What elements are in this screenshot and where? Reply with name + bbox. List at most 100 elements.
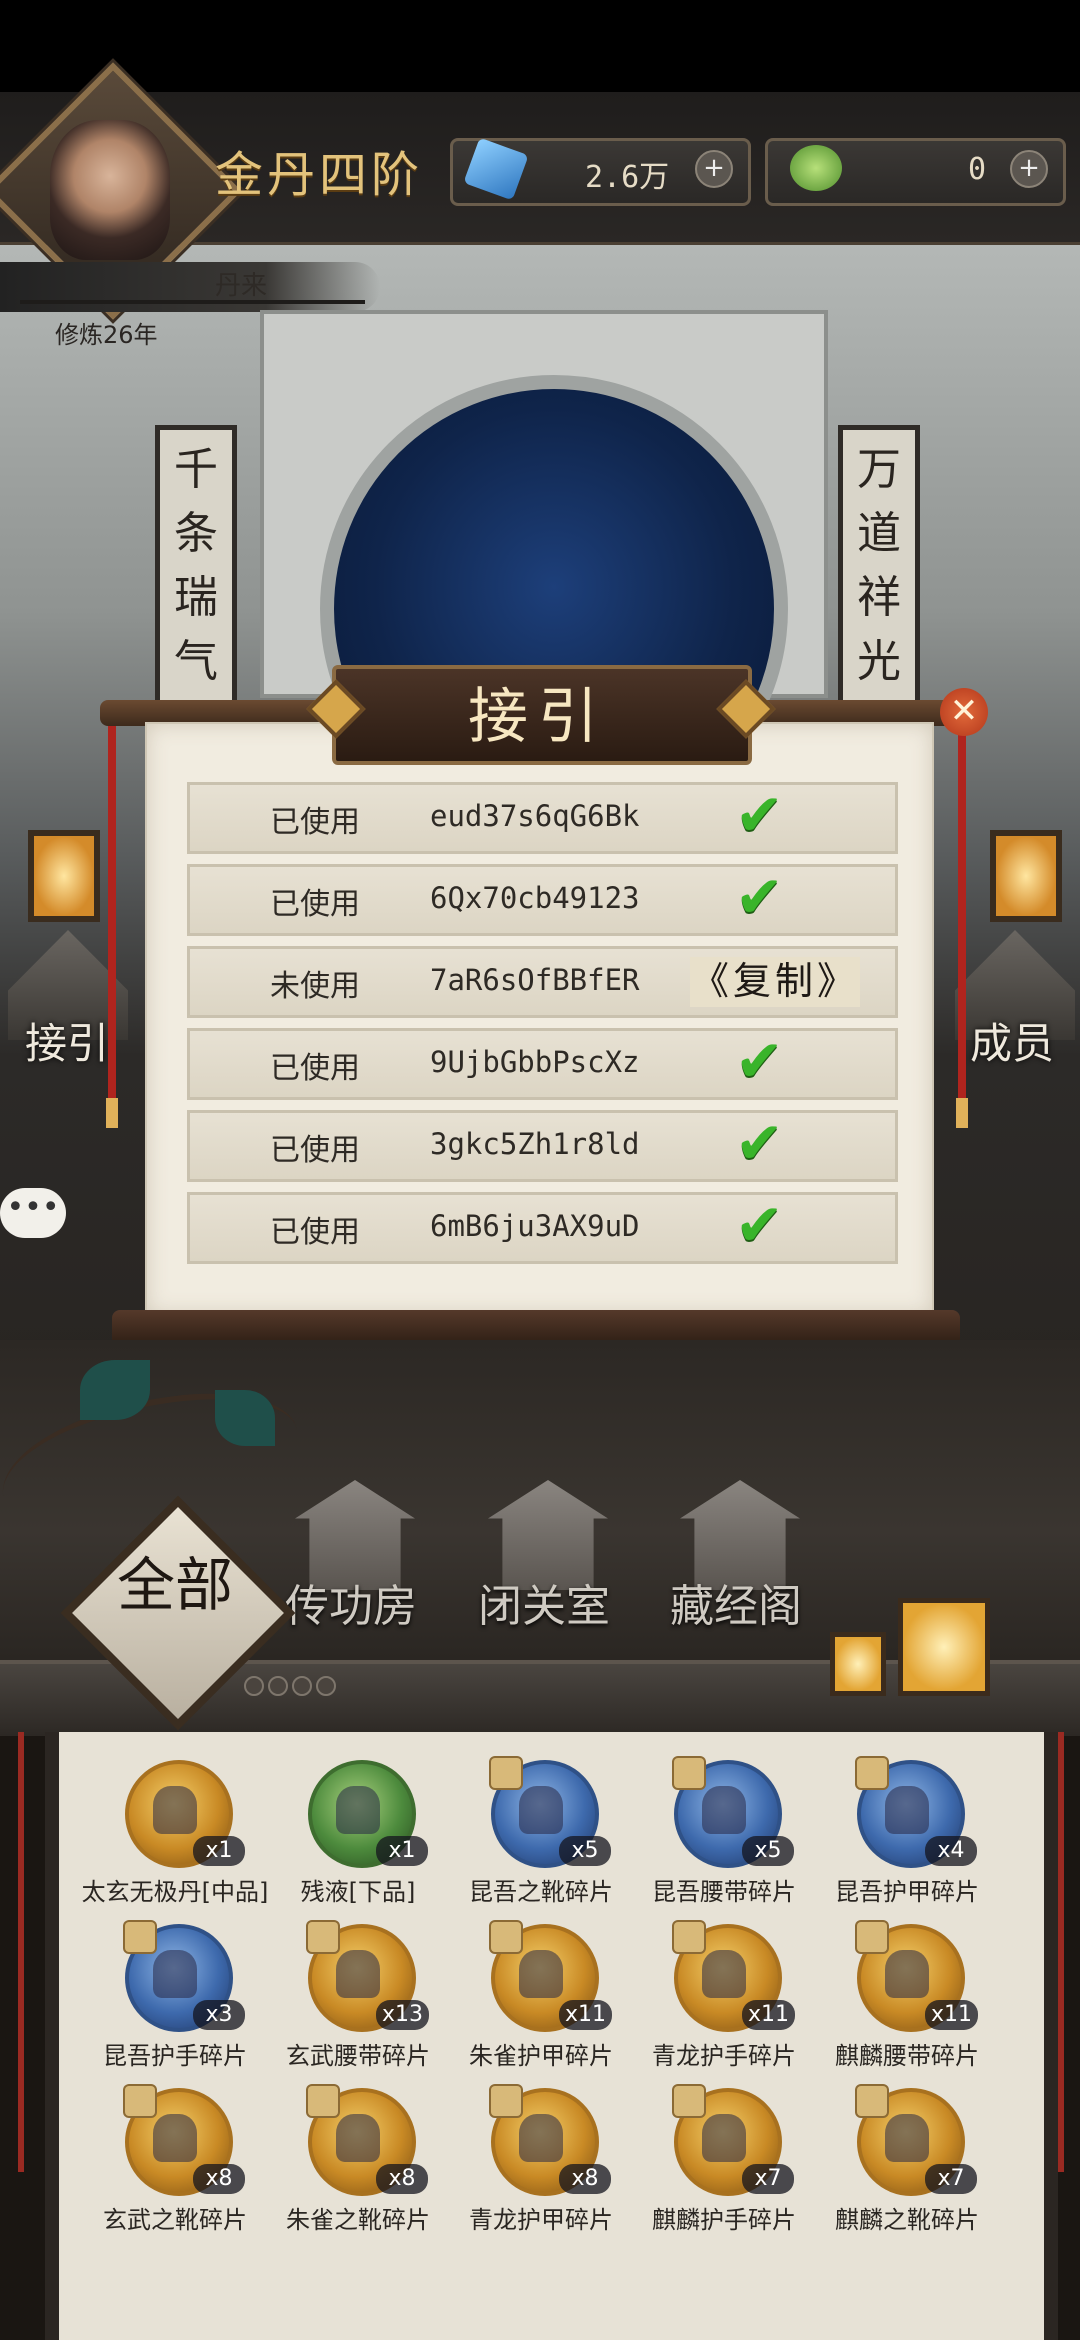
- equipment-icon: [702, 1786, 746, 1834]
- inventory-item[interactable]: x7 麒麟护手碎片: [634, 2080, 814, 2240]
- inventory-item[interactable]: x8 青龙护甲碎片: [451, 2080, 631, 2240]
- item-quantity: x8: [559, 2164, 611, 2194]
- puzzle-fragment-icon: [125, 1922, 155, 1952]
- puzzle-fragment-icon: [491, 2086, 521, 2116]
- puzzle-fragment-icon: [857, 1922, 887, 1952]
- inventory-item[interactable]: x11 朱雀护甲碎片: [451, 1916, 631, 2076]
- equipment-icon: [519, 2114, 563, 2162]
- inventory-item[interactable]: x8 玄武之靴碎片: [85, 2080, 265, 2240]
- page-dot: [244, 1676, 264, 1696]
- item-name: 昆吾护手碎片: [103, 2042, 247, 2070]
- equipment-icon: [885, 1786, 929, 1834]
- code-status: 已使用: [270, 1133, 360, 1168]
- building-label-1[interactable]: 闭关室: [478, 1570, 610, 1634]
- item-quantity: x7: [742, 2164, 794, 2194]
- puzzle-fragment-icon: [308, 1922, 338, 1952]
- invite-code: 7aR6sOfBBfER: [430, 963, 640, 997]
- spirit-stone-value: 2.6万: [585, 160, 670, 195]
- jade-icon: [790, 145, 842, 191]
- equipment-icon: [153, 1786, 197, 1834]
- left-building-label[interactable]: 接引: [25, 1010, 109, 1071]
- inventory-item[interactable]: x1 残液[下品]: [268, 1752, 448, 1912]
- building-label-0[interactable]: 传功房: [285, 1570, 417, 1634]
- inventory-item[interactable]: x11 青龙护手碎片: [634, 1916, 814, 2076]
- code-status: 已使用: [270, 1051, 360, 1086]
- equipment-icon: [336, 1786, 380, 1834]
- item-name: 朱雀之靴碎片: [286, 2206, 430, 2234]
- page-dot: [292, 1676, 312, 1696]
- cultivation-years: 修炼26年: [55, 321, 158, 349]
- jade-value: 0: [968, 152, 987, 187]
- checkmark-icon: ✔: [735, 863, 784, 931]
- checkmark-icon: ✔: [735, 1027, 784, 1095]
- invite-code: eud37s6qG6Bk: [430, 799, 640, 833]
- code-status: 未使用: [270, 969, 360, 1004]
- modal-title: 接引: [468, 682, 608, 752]
- name-banner: [0, 262, 380, 312]
- item-quantity: x7: [925, 2164, 977, 2194]
- puzzle-fragment-icon: [308, 2086, 338, 2116]
- lantern-large: [898, 1598, 990, 1696]
- building-label-2[interactable]: 藏经阁: [670, 1570, 802, 1634]
- avatar[interactable]: [50, 120, 170, 260]
- equipment-icon: [336, 1950, 380, 1998]
- equipment-icon: [885, 1950, 929, 1998]
- item-name: 麒麟护手碎片: [652, 2206, 796, 2234]
- inventory-item[interactable]: x1 太玄无极丹[中品]: [82, 1752, 268, 1912]
- item-quantity: x11: [925, 2000, 979, 2030]
- tassel-left-end: [106, 1098, 118, 1128]
- code-row: 已使用 eud37s6qG6Bk ✔: [187, 781, 898, 854]
- inventory-item[interactable]: x11 麒麟腰带碎片: [817, 1916, 997, 2076]
- checkmark-icon: ✔: [735, 781, 784, 849]
- code-row: 未使用 7aR6sOfBBfER 《复制》: [187, 946, 898, 1018]
- inventory-item[interactable]: x5 昆吾之靴碎片: [451, 1752, 631, 1912]
- invite-code: 6Qx70cb49123: [430, 881, 640, 915]
- invite-code: 6mB6ju3AX9uD: [430, 1209, 640, 1243]
- equipment-icon: [519, 1950, 563, 1998]
- inventory-tassel-left: [18, 1732, 24, 2172]
- add-jade-button[interactable]: +: [1010, 150, 1048, 188]
- inventory-item[interactable]: x4 昆吾护甲碎片: [817, 1752, 997, 1912]
- lantern-right: [990, 830, 1062, 922]
- invite-code: 9UjbGbbPscXz: [430, 1045, 640, 1079]
- tab-all-label[interactable]: 全部: [100, 1552, 250, 1618]
- puzzle-fragment-icon: [491, 1922, 521, 1952]
- copy-button[interactable]: 《复制》: [690, 957, 860, 1007]
- item-quantity: x5: [742, 1836, 794, 1866]
- add-spirit-stone-button[interactable]: +: [695, 150, 733, 188]
- tassel-right-end: [956, 1098, 968, 1128]
- inventory-item[interactable]: x8 朱雀之靴碎片: [268, 2080, 448, 2240]
- invite-code: 3gkc5Zh1r8ld: [430, 1127, 640, 1161]
- inventory-item[interactable]: x5 昆吾腰带碎片: [634, 1752, 814, 1912]
- inventory-item[interactable]: x13 玄武腰带碎片: [268, 1916, 448, 2076]
- item-name: 残液[下品]: [300, 1878, 416, 1906]
- item-name: 昆吾之靴碎片: [469, 1878, 613, 1906]
- inventory-item[interactable]: x7 麒麟之靴碎片: [817, 2080, 997, 2240]
- item-name: 青龙护甲碎片: [469, 2206, 613, 2234]
- equipment-icon: [702, 1950, 746, 1998]
- equipment-icon: [519, 1786, 563, 1834]
- chat-bubble-button[interactable]: •••: [0, 1188, 66, 1238]
- lantern-small: [830, 1632, 886, 1696]
- code-row: 已使用 3gkc5Zh1r8ld ✔: [187, 1109, 898, 1182]
- item-name: 青龙护手碎片: [652, 2042, 796, 2070]
- item-quantity: x5: [559, 1836, 611, 1866]
- ginkgo-leaf: [80, 1360, 150, 1420]
- character-name: 丹来: [215, 271, 268, 301]
- checkmark-icon: ✔: [735, 1191, 784, 1259]
- item-name: 昆吾腰带碎片: [652, 1878, 796, 1906]
- puzzle-fragment-icon: [674, 2086, 704, 2116]
- equipment-icon: [702, 2114, 746, 2162]
- puzzle-fragment-icon: [857, 1758, 887, 1788]
- close-button[interactable]: ✕: [940, 688, 988, 736]
- lantern-left: [28, 830, 100, 922]
- tassel-left: [108, 720, 116, 1120]
- checkmark-icon: ✔: [735, 1109, 784, 1177]
- page-dot: [268, 1676, 288, 1696]
- right-building-label[interactable]: 成员: [970, 1010, 1054, 1071]
- tassel-right: [958, 720, 966, 1120]
- equipment-icon: [885, 2114, 929, 2162]
- inventory-item[interactable]: x3 昆吾护手碎片: [85, 1916, 265, 2076]
- puzzle-fragment-icon: [857, 2086, 887, 2116]
- item-quantity: x8: [193, 2164, 245, 2194]
